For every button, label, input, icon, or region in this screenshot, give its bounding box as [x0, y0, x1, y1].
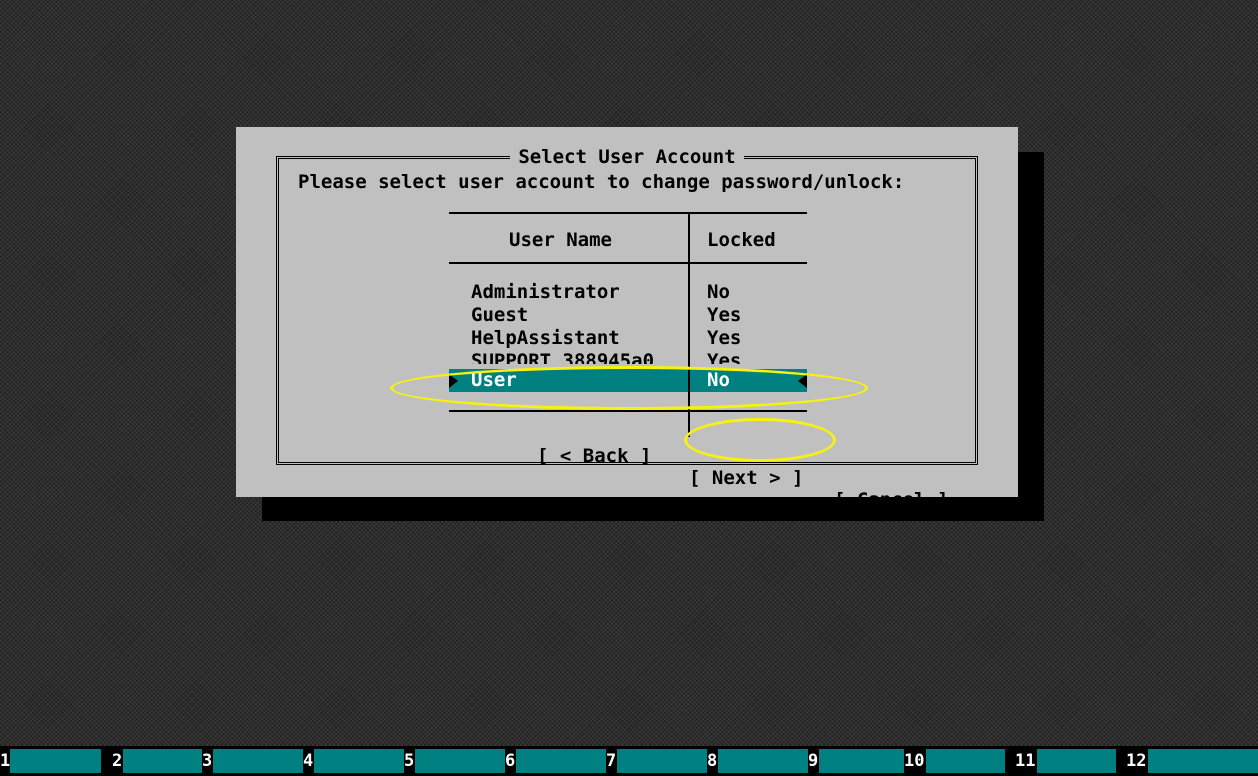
user-name-cell: Guest [471, 304, 529, 326]
button-bar: [ < Back ] [ Next > ] [ Cancel ] [279, 423, 948, 533]
table-row[interactable]: Guest Yes [449, 304, 807, 327]
function-key-8[interactable]: 8 [707, 746, 808, 776]
selection-arrow-right-icon [798, 374, 807, 388]
table-column-divider [688, 369, 690, 392]
back-button[interactable]: [ < Back ] [537, 445, 651, 467]
dialog-title: Select User Account [510, 146, 744, 168]
function-key-4[interactable]: 4 [303, 746, 404, 776]
table-row[interactable]: SUPPORT_388945a0 Yes [449, 350, 807, 364]
user-name-cell: HelpAssistant [471, 327, 620, 349]
function-key-bar: 1 2 3 4 5 6 7 8 9 10 11 12 [0, 746, 1258, 776]
function-key-5[interactable]: 5 [404, 746, 505, 776]
locked-cell: No [707, 281, 730, 303]
table-row[interactable]: Administrator No [449, 281, 807, 304]
select-user-dialog: Select User Account Please select user a… [236, 127, 1018, 511]
locked-cell: Yes [707, 327, 742, 349]
dialog-prompt: Please select user account to change pas… [298, 171, 905, 193]
table-top-rule [449, 212, 807, 214]
locked-cell: Yes [707, 304, 742, 326]
function-key-7[interactable]: 7 [606, 746, 707, 776]
function-key-label: 10 [904, 746, 927, 776]
function-key-label: 12 [1126, 746, 1149, 776]
table-bottom-rule [449, 410, 807, 412]
function-key-12[interactable]: 12 [1126, 746, 1258, 776]
user-name-cell: User [471, 369, 517, 391]
function-key-11[interactable]: 11 [1015, 746, 1116, 776]
locked-cell: No [707, 369, 730, 391]
function-key-6[interactable]: 6 [505, 746, 606, 776]
function-key-1[interactable]: 1 [0, 746, 101, 776]
table-header-rule [449, 262, 807, 264]
column-header-locked: Locked [707, 229, 776, 251]
user-name-cell: Administrator [471, 281, 620, 303]
dialog-frame: Select User Account Please select user a… [276, 146, 978, 511]
function-key-9[interactable]: 9 [808, 746, 909, 776]
locked-cell: Yes [707, 350, 742, 364]
function-key-2[interactable]: 2 [101, 746, 202, 776]
user-name-cell: SUPPORT_388945a0 [471, 350, 655, 364]
table-row[interactable]: HelpAssistant Yes [449, 327, 807, 350]
cancel-button[interactable]: [ Cancel ] [834, 489, 948, 511]
selection-arrow-left-icon [449, 374, 458, 388]
function-key-label: 11 [1015, 746, 1038, 776]
table-row-selected[interactable]: User No [449, 369, 807, 392]
column-header-user-name: User Name [509, 229, 612, 251]
function-key-10[interactable]: 10 [904, 746, 1005, 776]
function-key-3[interactable]: 3 [202, 746, 303, 776]
next-button[interactable]: [ Next > ] [689, 467, 803, 489]
